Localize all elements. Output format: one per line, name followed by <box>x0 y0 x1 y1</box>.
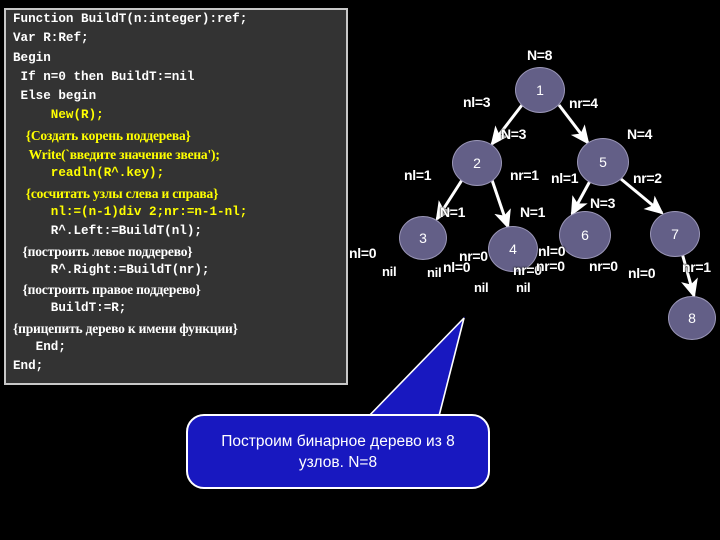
tree-node-label: 6 <box>581 227 589 243</box>
tree-node-1[interactable]: 1 <box>516 68 564 112</box>
tree-node-2[interactable]: 2 <box>453 141 501 185</box>
label-n7-nl: nl=0 <box>628 265 656 281</box>
label-n4-nl: nl=0 <box>443 259 471 275</box>
label-n2-count: N=3 <box>501 126 527 142</box>
label-n1-nl: nl=3 <box>463 94 491 110</box>
label-n3-right-nil: nil <box>427 265 442 280</box>
tree-node-label: 1 <box>536 82 544 98</box>
tree-node-5[interactable]: 5 <box>578 139 628 185</box>
label-n5-nr: nr=2 <box>633 170 662 186</box>
tree-node-label: 7 <box>671 226 679 242</box>
label-n3-nl: nl=0 <box>349 245 377 261</box>
label-n6-nr: nr=0 <box>589 258 618 274</box>
tree-node-label: 2 <box>473 155 481 171</box>
label-n4-count: N=1 <box>520 204 546 220</box>
label-n3-count: N=1 <box>440 204 466 220</box>
label-n4-right-nil: nil <box>516 280 531 295</box>
tree-edge-group <box>435 104 698 299</box>
label-n2-nr: nr=1 <box>510 167 539 183</box>
tree-node-3[interactable]: 3 <box>400 217 446 259</box>
tree-node-label: 4 <box>509 241 517 257</box>
label-n5-nl: nl=1 <box>551 170 579 186</box>
label-n1-count: N=8 <box>527 47 553 63</box>
label-n4-left-nil: nil <box>474 280 489 295</box>
tree-node-6[interactable]: 6 <box>560 212 610 258</box>
label-n6-nr2: nr=0 <box>536 258 565 274</box>
tree-node-label: 3 <box>419 230 427 246</box>
tree-node-label: 5 <box>599 154 607 170</box>
label-n6-nl: nl=0 <box>538 243 566 259</box>
label-n1-nr: nr=4 <box>569 95 598 111</box>
label-n6-count: N=3 <box>590 195 616 211</box>
callout-text: Построим бинарное дерево из 8 узлов. N=8 <box>221 432 455 471</box>
label-n2-nl: nl=1 <box>404 167 432 183</box>
tree-node-label: 8 <box>688 310 696 326</box>
tree-edge-n2-n4 <box>490 179 511 230</box>
tree-node-7[interactable]: 7 <box>651 212 699 256</box>
callout-bubble: Построим бинарное дерево из 8 узлов. N=8 <box>186 414 490 489</box>
tree-node-8[interactable]: 8 <box>669 297 715 339</box>
label-n3-left-nil: nil <box>382 264 397 279</box>
label-n7-nr: nr=1 <box>682 259 711 275</box>
label-n5-count: N=4 <box>627 126 653 142</box>
slide-canvas: Function BuildT(n:integer):ref; Var R:Ref… <box>0 0 720 540</box>
